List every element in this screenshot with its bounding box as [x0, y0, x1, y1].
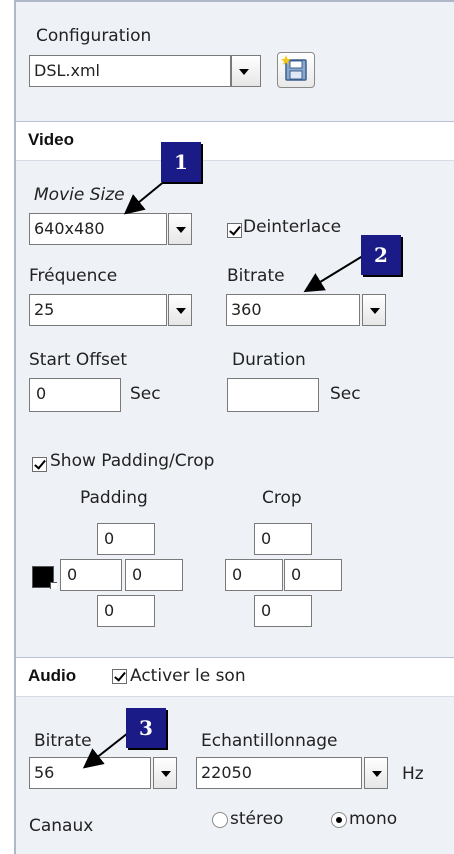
save-floppy-icon [281, 55, 307, 81]
chevron-down-icon[interactable] [362, 294, 386, 326]
mono-label: mono [349, 809, 398, 829]
video-bitrate-label: Bitrate [227, 266, 285, 286]
start-offset-label: Start Offset [29, 350, 128, 370]
padding-top-input[interactable]: 0 [97, 523, 155, 555]
configuration-value: DSL.xml [29, 55, 231, 87]
canaux-label: Canaux [29, 816, 94, 836]
chevron-down-icon[interactable] [168, 294, 192, 326]
show-padding-crop-label: Show Padding/Crop [50, 451, 215, 471]
duration-unit: Sec [330, 384, 361, 404]
audio-section-title: Audio [28, 666, 77, 685]
movie-size-label: Movie Size [34, 185, 125, 205]
audio-section-header: Audio Activer le son [16, 657, 454, 697]
mono-radio[interactable] [331, 812, 347, 828]
frequence-value: 25 [29, 294, 167, 326]
callout-1-badge: 1 [161, 142, 201, 182]
video-section-title: Video [28, 130, 74, 149]
chevron-down-icon[interactable] [364, 757, 388, 789]
movie-size-value: 640x480 [29, 213, 167, 245]
panel-top-border [14, 0, 454, 2]
chevron-down-icon[interactable] [153, 757, 177, 789]
video-bitrate-select[interactable]: 360 [226, 294, 388, 326]
echantillonnage-select[interactable]: 22050 [196, 757, 390, 789]
audio-bitrate-value: 56 [29, 757, 151, 789]
video-bitrate-value: 360 [226, 294, 360, 326]
deinterlace-checkbox[interactable] [227, 223, 242, 238]
callout-2-badge: 2 [361, 235, 401, 275]
chevron-down-icon[interactable] [168, 213, 192, 245]
crop-left-input[interactable]: 0 [225, 559, 283, 591]
audio-bitrate-label: Bitrate [34, 731, 92, 751]
deinterlace-label: Deinterlace [243, 217, 342, 237]
save-config-button[interactable] [277, 52, 315, 88]
crop-bottom-input[interactable]: 0 [254, 595, 312, 627]
duration-input[interactable] [227, 378, 319, 412]
activer-son-label: Activer le son [130, 666, 246, 686]
echantillonnage-value: 22050 [196, 757, 362, 789]
duration-label: Duration [232, 350, 306, 370]
crop-top-input[interactable]: 0 [254, 523, 312, 555]
movie-size-select[interactable]: 640x480 [29, 213, 194, 245]
start-offset-unit: Sec [130, 384, 161, 404]
padding-left-input[interactable]: 0 [60, 559, 122, 591]
chevron-down-icon[interactable] [231, 55, 261, 87]
echantillonnage-label: Echantillonnage [201, 731, 338, 751]
frequence-select[interactable]: 25 [29, 294, 194, 326]
stereo-label: stéreo [230, 809, 284, 829]
padding-right-input[interactable]: 0 [125, 559, 183, 591]
hz-unit: Hz [402, 764, 424, 784]
padding-bottom-input[interactable]: 0 [97, 595, 155, 627]
crop-label: Crop [262, 488, 302, 508]
configuration-label: Configuration [36, 26, 152, 46]
stereo-radio[interactable] [212, 812, 228, 828]
start-offset-input[interactable]: 0 [29, 378, 121, 412]
color-picker-corner-icon [50, 582, 57, 589]
show-padding-crop-checkbox[interactable] [32, 457, 47, 472]
configuration-select[interactable]: DSL.xml [29, 55, 263, 87]
video-section-header: Video [16, 121, 454, 161]
audio-bitrate-select[interactable]: 56 [29, 757, 179, 789]
padding-label: Padding [80, 488, 148, 508]
activer-son-checkbox[interactable] [112, 669, 127, 684]
frequence-label: Fréquence [29, 266, 118, 286]
crop-right-input[interactable]: 0 [284, 559, 342, 591]
callout-3-badge: 3 [126, 708, 166, 748]
